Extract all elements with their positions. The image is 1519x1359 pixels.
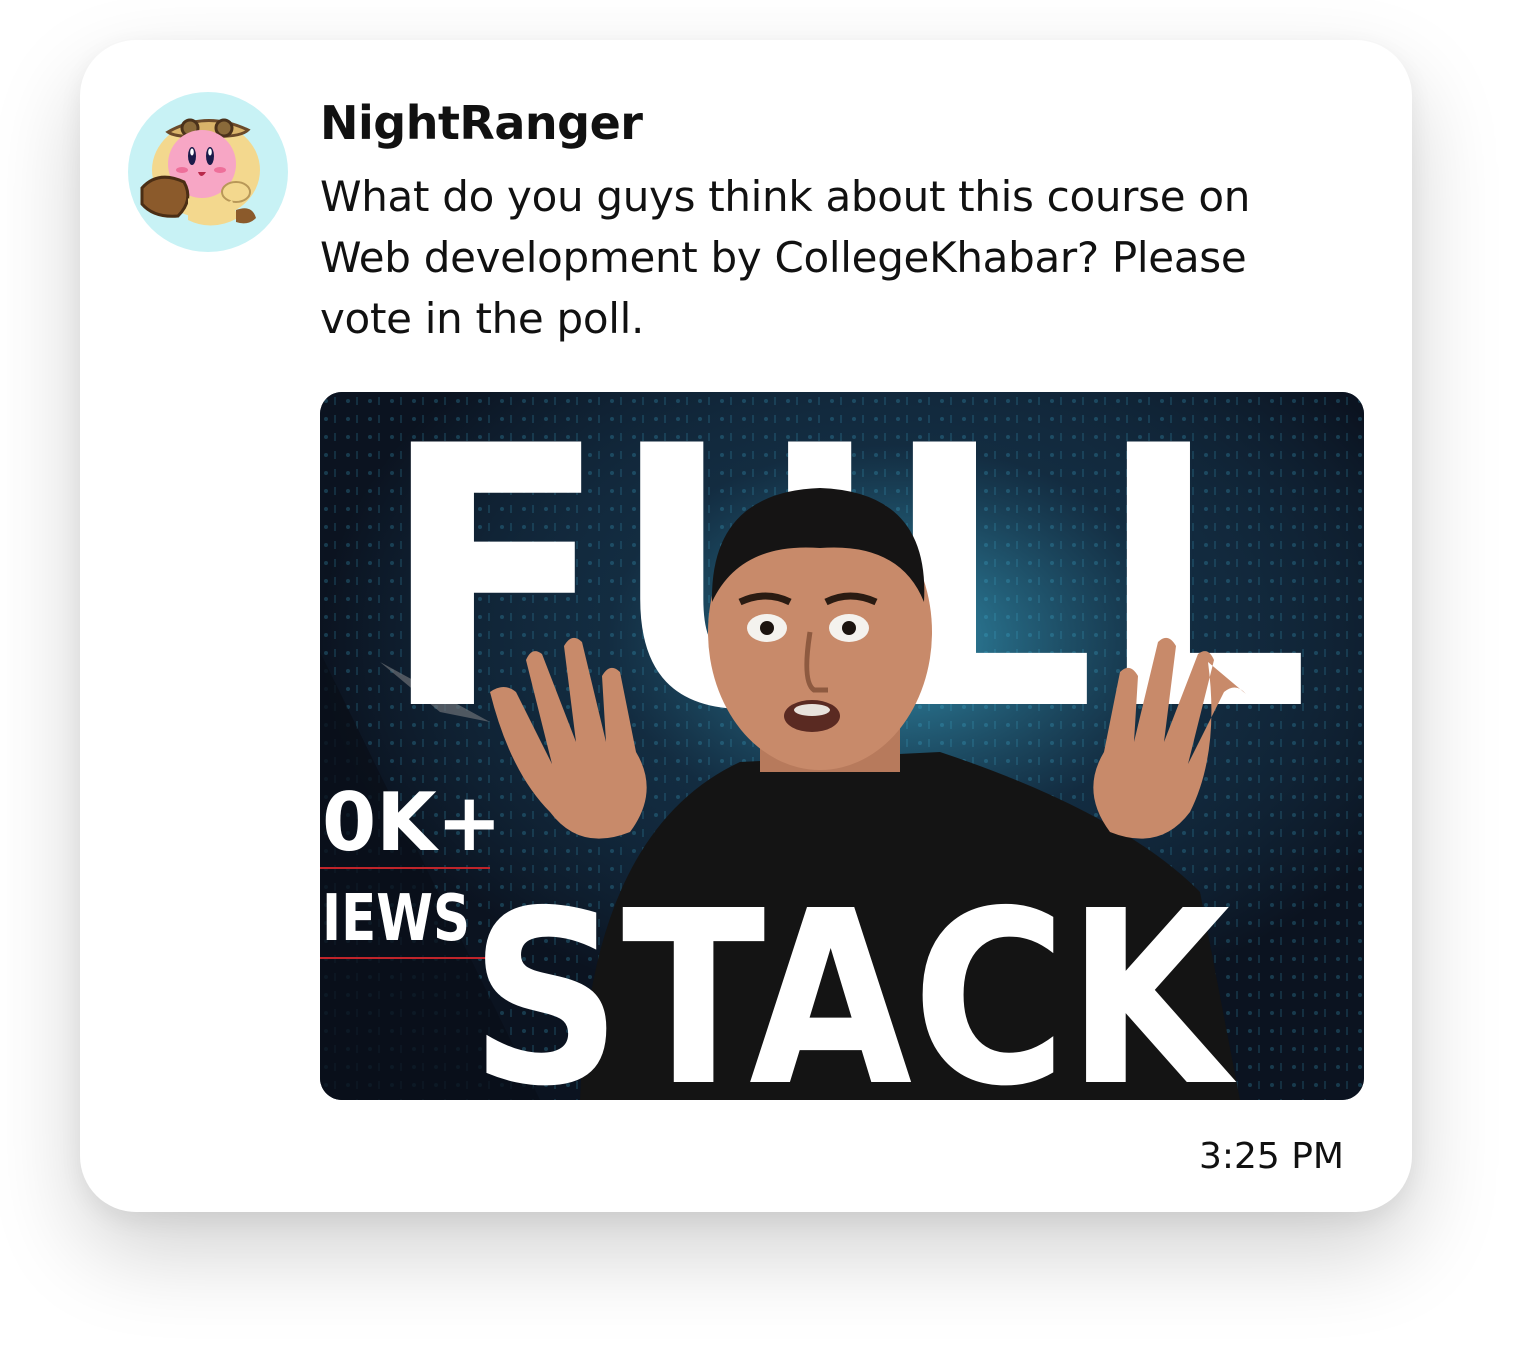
side-label: IEWS (322, 882, 470, 956)
author-name[interactable]: NightRanger (320, 96, 643, 150)
message-text: What do you guys think about this course… (320, 172, 1251, 343)
kirby-avatar-icon (140, 118, 260, 226)
side-count: 0K+ (322, 776, 502, 869)
avatar[interactable] (128, 92, 288, 252)
headline-bottom: STACK (470, 859, 1237, 1100)
message-timestamp: 3:25 PM (1198, 1136, 1344, 1177)
video-thumbnail[interactable]: FULL (320, 392, 1364, 1100)
message-card: NightRanger What do you guys think about… (80, 40, 1412, 1212)
